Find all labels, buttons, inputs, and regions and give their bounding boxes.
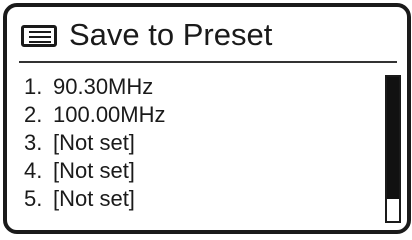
- preset-number: 4.: [24, 158, 43, 183]
- preset-label: [Not set]: [53, 158, 135, 183]
- preset-number: 2.: [24, 102, 43, 127]
- preset-item-2[interactable]: 2. 100.00MHz: [24, 101, 166, 129]
- preset-number: 1.: [24, 74, 43, 99]
- preset-item-4[interactable]: 4. [Not set]: [24, 157, 166, 185]
- preset-label: 100.00MHz: [53, 102, 166, 127]
- scrollbar[interactable]: [385, 75, 401, 223]
- header: Save to Preset: [7, 7, 407, 63]
- preset-list: 1. 90.30MHz 2. 100.00MHz 3. [Not set] 4. [No…: [24, 73, 166, 213]
- divider: [19, 61, 397, 63]
- preset-label: [Not set]: [53, 130, 135, 155]
- preset-number: 5.: [24, 186, 43, 211]
- page-title: Save to Preset: [69, 17, 273, 52]
- scrollbar-thumb[interactable]: [387, 77, 399, 200]
- preset-label: [Not set]: [53, 186, 135, 211]
- preset-item-3[interactable]: 3. [Not set]: [24, 129, 166, 157]
- preset-label: 90.30MHz: [53, 74, 154, 99]
- preset-item-5[interactable]: 5. [Not set]: [24, 185, 166, 213]
- preset-number: 3.: [24, 130, 43, 155]
- preset-item-1[interactable]: 1. 90.30MHz: [24, 73, 166, 101]
- menu-list-icon: [21, 25, 57, 47]
- preset-screen: Save to Preset 1. 90.30MHz 2. 100.00MHz 3.…: [3, 3, 411, 234]
